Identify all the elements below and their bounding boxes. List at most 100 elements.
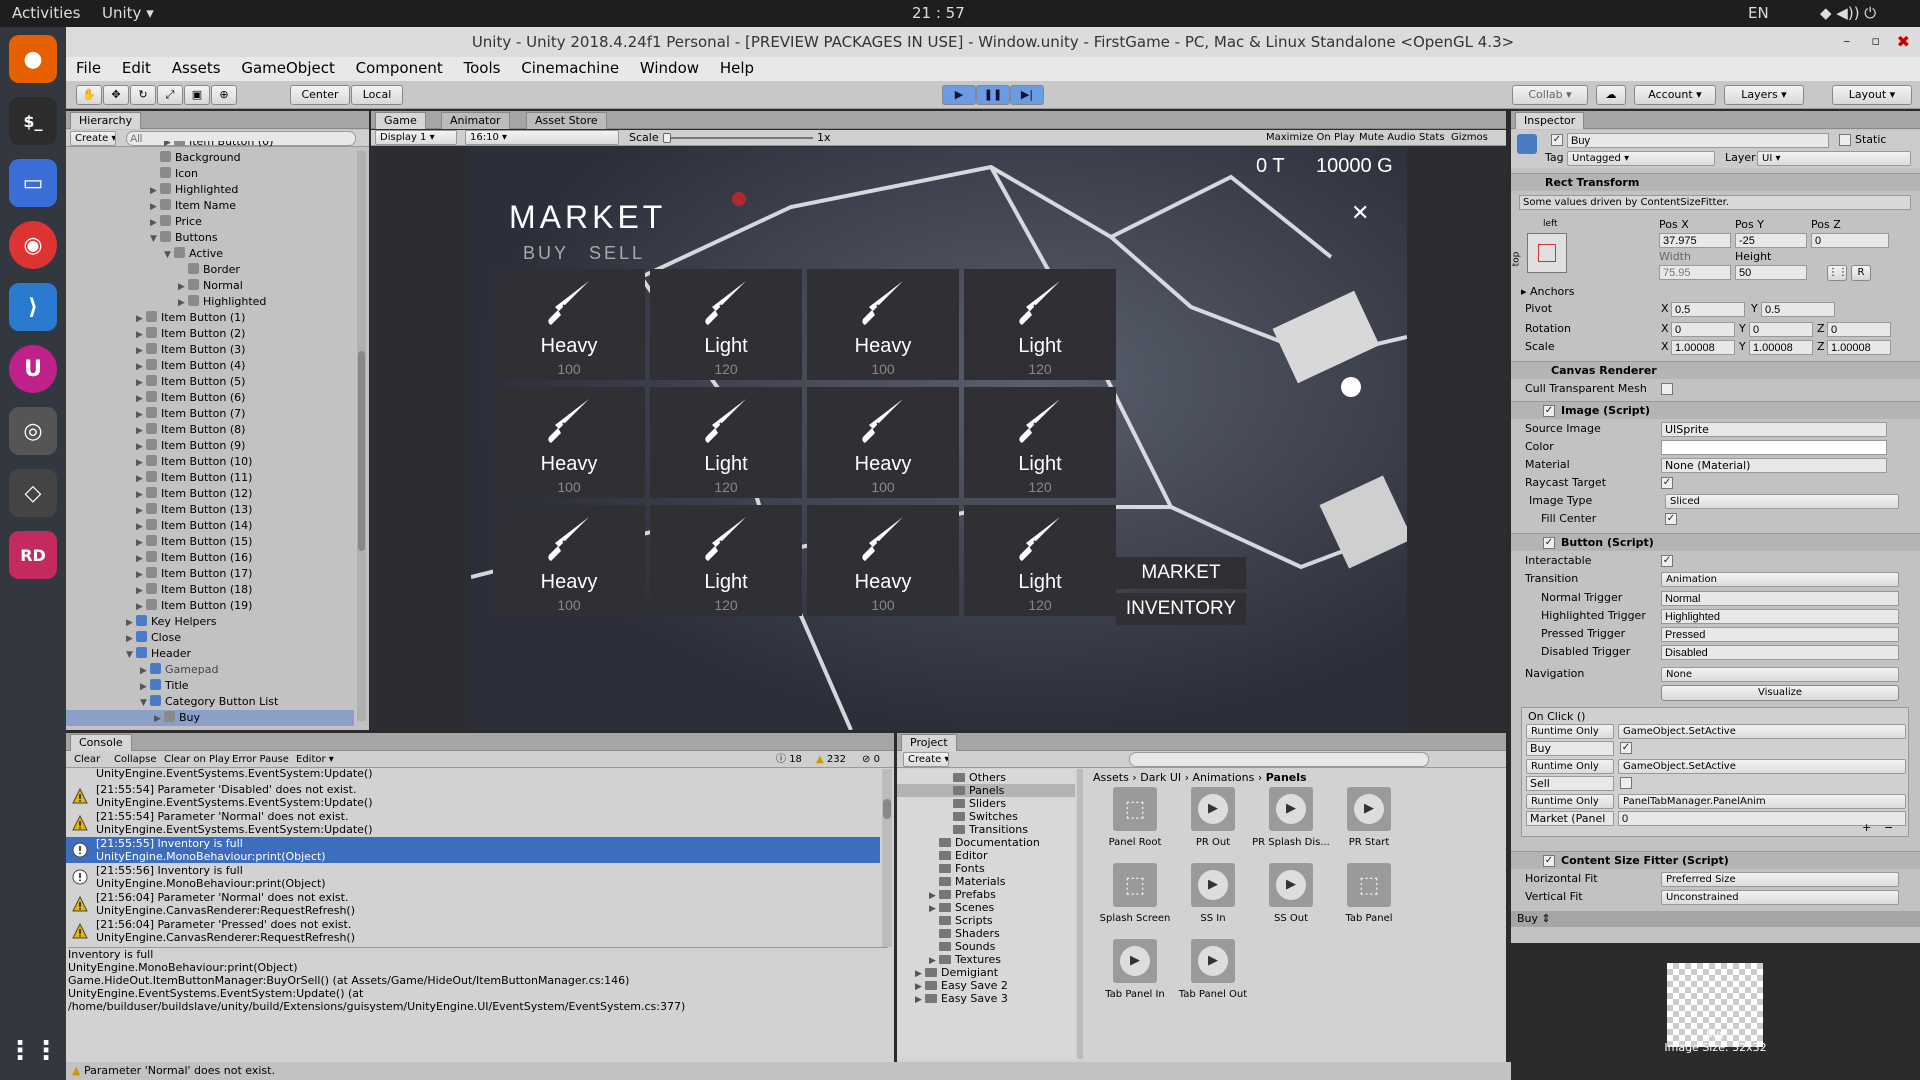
hierarchy-row[interactable]: ▶ Item Button (19) [136,598,252,614]
rect-tool-icon[interactable]: ▣ [184,85,210,105]
project-folder-item[interactable]: ▶ Scenes [929,901,994,914]
item-card[interactable]: Heavy 100 [807,269,959,380]
raw-edit-icon[interactable]: R [1851,265,1871,281]
project-folder-item[interactable]: Switches [943,810,1018,823]
item-card[interactable]: Heavy 100 [493,387,645,498]
foldout-arrow-icon[interactable]: ▶ [126,615,136,631]
project-folder-item[interactable]: Materials [929,875,1005,888]
console-log-row[interactable]: [21:55:56] Inventory is full UnityEngine.… [66,864,880,890]
tab-hierarchy[interactable]: Hierarchy [70,112,142,129]
foldout-arrow-icon[interactable]: ▶ [136,391,146,407]
step-button[interactable]: ▶| [1010,85,1044,105]
breadcrumb-item[interactable]: Assets [1093,771,1129,784]
tab-console[interactable]: Console [70,734,132,751]
gizmos-dropdown[interactable]: Gizmos [1451,130,1488,146]
hierarchy-row[interactable]: ▼ Category Button List [140,694,278,710]
disabled-trigger-field[interactable] [1661,645,1899,660]
project-asset[interactable]: ▶ Tab Panel In [1095,939,1175,1000]
project-asset[interactable]: ▶ SS Out [1251,863,1331,924]
app-grid-icon[interactable]: ⋮⋮ [7,1027,59,1075]
market-close-icon[interactable]: ✕ [1351,201,1369,226]
side-market-button[interactable]: MARKET [1116,557,1246,589]
event-bool-checkbox[interactable]: ✓ [1620,742,1632,754]
console-info-count[interactable]: ⓘ 18 [776,752,802,768]
project-folder-item[interactable]: ▶ Textures [929,953,1001,966]
game-canvas[interactable]: 0 T 10000 G MARKET BUY SELL ✕ Heavy 100 Li… [471,147,1407,730]
menu-help[interactable]: Help [720,59,754,77]
hierarchy-row[interactable]: ▶ Item Button (17) [136,566,252,582]
foldout-arrow-icon[interactable]: ▶ [136,503,146,519]
tab-project[interactable]: Project [901,734,957,751]
vertical-fit-dropdown[interactable]: Unconstrained [1661,890,1899,905]
buy-tab[interactable]: BUY [523,243,569,264]
foldout-arrow-icon[interactable]: ▶ [150,183,160,199]
event-target-field[interactable]: Sell [1526,776,1614,791]
clock[interactable]: 21 : 57 [912,4,965,22]
hierarchy-row[interactable]: ▶ Item Button (1) [136,310,245,326]
foldout-arrow-icon[interactable]: ▶ [136,311,146,327]
menu-component[interactable]: Component [356,59,443,77]
account-dropdown[interactable]: Account ▾ [1634,85,1716,105]
hierarchy-row[interactable]: ▶ Item Button (10) [136,454,252,470]
console-partial-row[interactable]: UnityEngine.EventSystems.EventSystem:Upd… [66,769,880,781]
item-card[interactable]: Light 120 [650,387,802,498]
chrome-icon[interactable]: ◉ [9,221,57,269]
hierarchy-row[interactable]: ▶ Item Button (15) [136,534,252,550]
width-field[interactable] [1659,265,1731,280]
menu-edit[interactable]: Edit [122,59,151,77]
hierarchy-row[interactable]: ▶ Item Button (3) [136,342,245,358]
foldout-arrow-icon[interactable]: ▶ [136,583,146,599]
project-folder-item[interactable]: Sliders [943,797,1006,810]
menu-assets[interactable]: Assets [172,59,221,77]
hierarchy-row[interactable]: ▼ Active [164,246,223,262]
foldout-arrow-icon[interactable]: ▶ [136,327,146,343]
scale-y-field[interactable] [1749,340,1813,355]
hierarchy-row[interactable]: ▶ Item Button (16) [136,550,252,566]
project-asset[interactable]: ⬚ Panel Root [1095,787,1175,848]
console-log-row[interactable]: [21:55:55] Inventory is full UnityEngine.… [66,837,880,863]
interactable-checkbox[interactable]: ✓ [1661,555,1673,567]
minimize-icon[interactable]: – [1844,27,1851,57]
foldout-arrow-icon[interactable]: ▶ [178,295,188,311]
scale-x-field[interactable] [1671,340,1735,355]
hierarchy-scrollbar[interactable] [357,151,366,721]
hierarchy-row[interactable]: ▶ Close [126,630,181,646]
hierarchy-row[interactable]: ▶ Item Button (11) [136,470,252,486]
cull-checkbox[interactable] [1661,383,1673,395]
pivot-y-field[interactable] [1761,302,1835,317]
content-size-fitter-header[interactable]: ✓ Content Size Fitter (Script) [1511,851,1920,869]
active-checkbox[interactable]: ✓ [1551,134,1563,146]
foldout-arrow-icon[interactable]: ▶ [136,455,146,471]
tab-inspector[interactable]: Inspector [1515,112,1585,129]
menu-tools[interactable]: Tools [464,59,501,77]
aspect-dropdown[interactable]: 16:10 ▾ [465,130,619,145]
foldout-arrow-icon[interactable]: ▶ [136,599,146,615]
close-window-icon[interactable]: ✖ [1897,27,1910,57]
breadcrumb-item[interactable]: Animations [1193,771,1255,784]
layout-dropdown[interactable]: Layout ▾ [1832,85,1912,105]
foldout-arrow-icon[interactable]: ▶ [140,679,150,695]
rot-x-field[interactable] [1671,322,1735,337]
play-button[interactable]: ▶ [942,85,976,105]
hierarchy-row[interactable]: ▶ Highlighted [178,294,266,310]
hierarchy-row[interactable]: ▶ Item Button (6) [136,390,245,406]
project-folder-item[interactable]: Panels [897,784,1075,797]
move-tool-icon[interactable]: ✥ [103,85,129,105]
foldout-arrow-icon[interactable]: ▶ [136,375,146,391]
project-folder-item[interactable]: Fonts [929,862,985,875]
project-search-input[interactable] [1129,752,1429,767]
visualize-button[interactable]: Visualize [1661,685,1899,701]
item-card[interactable]: Light 120 [964,387,1116,498]
image-type-dropdown[interactable]: Sliced [1665,494,1899,509]
project-folder-item[interactable]: Editor [929,849,988,862]
foldout-arrow-icon[interactable]: ▶ [136,407,146,423]
scale-tool-icon[interactable]: ⤢ [157,85,183,105]
blueprint-mode-icon[interactable]: ⋮⋮ [1827,265,1848,281]
project-asset[interactable]: ▶ Tab Panel Out [1173,939,1253,1000]
pivot-center-button[interactable]: Center [290,85,350,105]
unity-hub-icon[interactable]: U [9,345,57,393]
rot-z-field[interactable] [1827,322,1891,337]
language-indicator[interactable]: EN [1748,4,1769,22]
app-menu[interactable]: Unity ▾ [102,4,154,22]
color-field[interactable] [1661,440,1887,455]
